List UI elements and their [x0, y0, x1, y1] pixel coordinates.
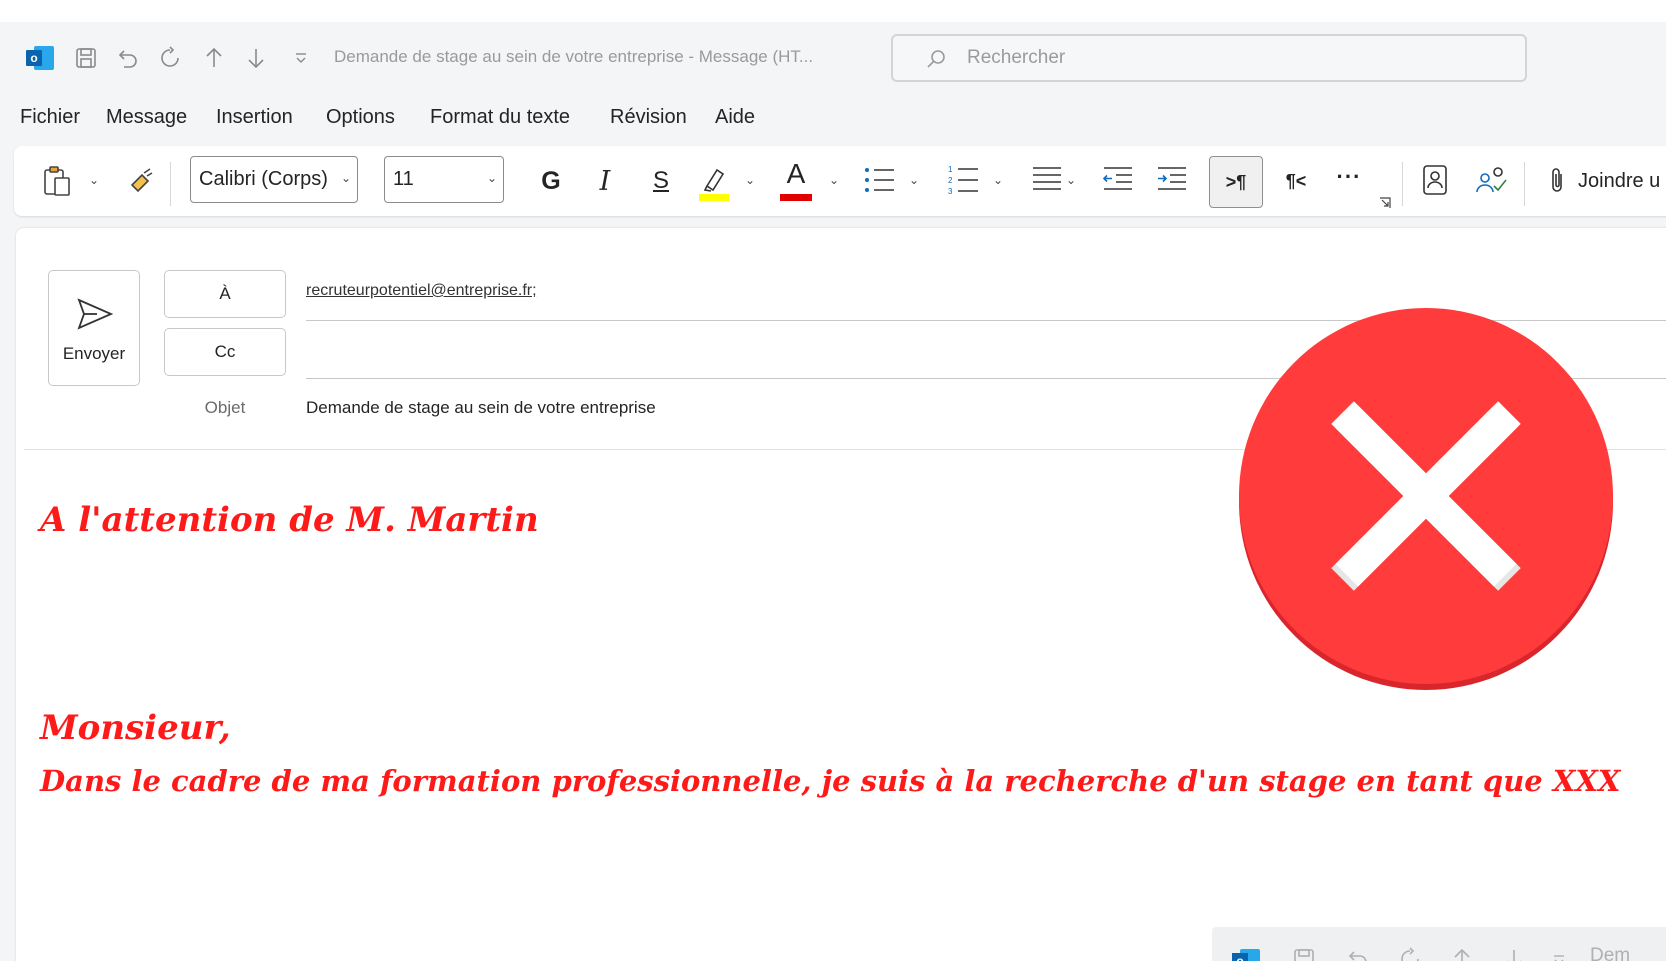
send-label: Envoyer [62, 344, 126, 363]
tab-options[interactable]: Options [326, 106, 395, 129]
underline-button[interactable]: S [644, 164, 678, 198]
font-name-select[interactable]: Calibri (Corps) ⌄ [190, 156, 358, 203]
redo-icon [1398, 947, 1422, 961]
address-book-icon[interactable] [1418, 162, 1452, 198]
paste-dropdown-chevron-icon[interactable]: ⌄ [86, 172, 102, 188]
search-placeholder: Rechercher [967, 47, 1066, 68]
attach-button[interactable]: Joindre u [1578, 166, 1660, 196]
increase-indent-icon[interactable] [1154, 162, 1190, 198]
background-window-title: Dem [1590, 945, 1631, 961]
window-title: Demande de stage au sein de votre entrep… [334, 47, 814, 66]
font-size-value: 11 [393, 168, 414, 190]
to-button[interactable]: À [164, 270, 286, 318]
customize-chevron-icon [1552, 953, 1566, 961]
numbered-list-icon[interactable]: 1 2 3 [944, 160, 984, 200]
tab-message[interactable]: Message [106, 106, 187, 129]
format-painter-icon[interactable] [124, 166, 156, 196]
paste-icon[interactable] [40, 164, 74, 198]
ribbon-separator [1524, 162, 1525, 206]
search-icon [925, 48, 947, 75]
tab-insertion[interactable]: Insertion [216, 106, 293, 129]
body-line-attention[interactable]: A l'attention de M. Martin [40, 500, 539, 540]
highlight-dropdown-chevron-icon[interactable]: ⌄ [742, 172, 758, 188]
subject-field[interactable]: Demande de stage au sein de votre entrep… [306, 398, 656, 418]
ribbon-tabs: Fichier Message Insertion Options Format… [0, 102, 1666, 142]
font-color-swatch [780, 194, 812, 201]
chevron-down-icon: ⌄ [486, 171, 497, 185]
arrow-up-icon[interactable] [202, 46, 226, 70]
bullet-dropdown-chevron-icon[interactable]: ⌄ [906, 172, 922, 188]
redo-icon[interactable] [158, 46, 182, 70]
font-color-button[interactable]: A [776, 158, 816, 204]
red-x-icon [1238, 305, 1614, 691]
ribbon-toolbar: ⌄ Calibri (Corps) ⌄ 11 ⌄ G I S ⌄ A ⌄ ⌄ 1… [14, 146, 1666, 216]
arrow-down-icon[interactable] [244, 46, 268, 70]
numbered-dropdown-chevron-icon[interactable]: ⌄ [990, 172, 1006, 188]
tab-format-du-texte[interactable]: Format du texte [430, 106, 570, 129]
tab-aide[interactable]: Aide [715, 106, 755, 129]
ribbon-separator [170, 162, 171, 206]
outlook-logo-icon: o [1232, 949, 1260, 961]
svg-text:2: 2 [948, 176, 953, 185]
paperclip-icon[interactable] [1544, 162, 1570, 198]
save-icon [1292, 947, 1316, 961]
highlight-icon[interactable] [694, 160, 734, 204]
send-button[interactable]: Envoyer [48, 270, 140, 386]
customize-chevron-icon[interactable] [294, 52, 308, 64]
font-color-label: A [786, 158, 806, 189]
outlook-compose-window: o Demande de stage au sein de votre entr… [0, 22, 1666, 961]
search-input[interactable]: Rechercher [891, 34, 1527, 82]
more-options-button[interactable]: ··· [1330, 160, 1368, 194]
to-field[interactable]: recruteurpotentiel@entreprise.fr; [306, 282, 537, 300]
align-icon[interactable] [1030, 160, 1064, 200]
font-name-value: Calibri (Corps) [199, 168, 328, 190]
svg-text:1: 1 [948, 165, 953, 174]
undo-icon [1346, 947, 1370, 961]
undo-icon[interactable] [116, 46, 140, 70]
subject-label: Objet [204, 398, 246, 417]
font-color-dropdown-chevron-icon[interactable]: ⌄ [826, 172, 842, 188]
title-bar: o Demande de stage au sein de votre entr… [0, 22, 1666, 90]
ltr-button[interactable]: >¶ [1209, 156, 1263, 208]
font-size-select[interactable]: 11 ⌄ [384, 156, 504, 203]
tab-fichier[interactable]: Fichier [20, 106, 80, 129]
decrease-indent-icon[interactable] [1100, 162, 1136, 198]
arrow-up-icon [1450, 947, 1474, 961]
svg-text:3: 3 [948, 187, 953, 196]
arrow-down-icon [1502, 947, 1526, 961]
cc-button[interactable]: Cc [164, 328, 286, 376]
check-names-icon[interactable] [1472, 162, 1510, 198]
background-window-titlebar: o Dem [1212, 927, 1666, 961]
send-icon [77, 297, 114, 336]
chevron-down-icon: ⌄ [340, 171, 351, 185]
rtl-button[interactable]: ¶< [1276, 164, 1316, 198]
ribbon-separator [1402, 162, 1403, 206]
tab-revision[interactable]: Révision [610, 106, 687, 129]
bullet-list-icon[interactable] [860, 162, 900, 198]
body-line-content[interactable]: Dans le cadre de ma formation profession… [40, 764, 1620, 798]
align-dropdown-chevron-icon[interactable]: ⌄ [1064, 172, 1078, 188]
save-icon[interactable] [74, 46, 98, 70]
body-line-salutation[interactable]: Monsieur, [40, 708, 231, 748]
italic-button[interactable]: I [588, 164, 622, 198]
outlook-logo-icon: o [26, 46, 54, 70]
bold-button[interactable]: G [534, 164, 568, 198]
dialog-launcher-icon[interactable] [1378, 196, 1392, 210]
